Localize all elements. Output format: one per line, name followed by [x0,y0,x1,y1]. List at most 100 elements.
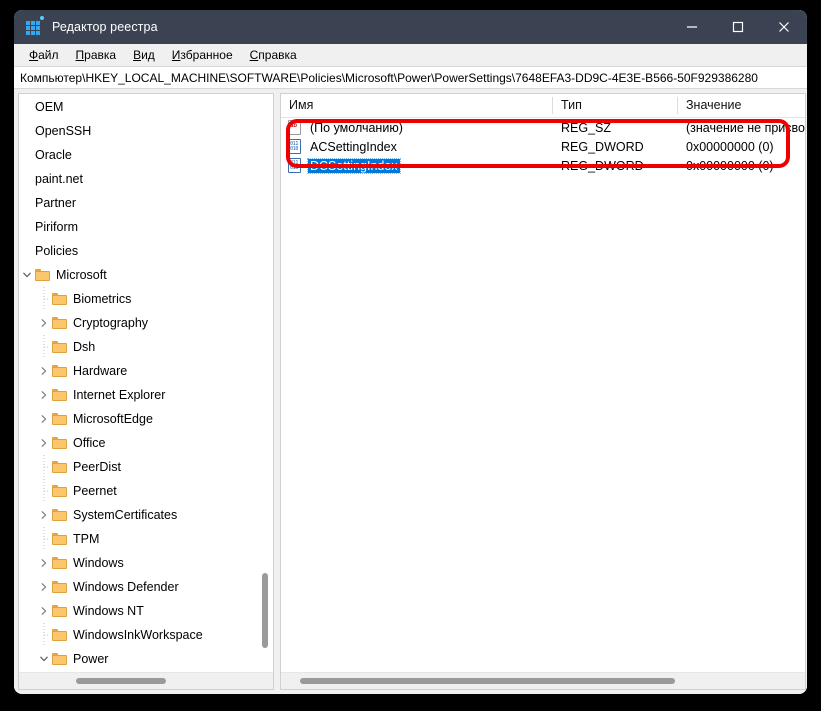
tree-node[interactable]: Internet Explorer [19,383,273,407]
tree-node-label: OpenSSH [35,124,92,138]
title-bar[interactable]: Редактор реестра [14,10,807,44]
menu-item-0[interactable]: Файл [21,46,68,64]
tree-scroll-region: OEM OpenSSH Oracle paint.net Partner Piriform… [19,94,273,672]
tree-node[interactable]: Peernet [19,479,273,503]
chevron-right-icon[interactable] [36,575,52,599]
menu-label: правка [258,48,297,62]
content-area: OEM OpenSSH Oracle paint.net Partner Piriform… [14,89,807,694]
menu-item-4[interactable]: Справка [242,46,306,64]
tree-hscroll-thumb[interactable] [76,678,166,684]
chevron-right-icon[interactable] [36,311,52,335]
value-name-cell[interactable]: 011 010 ACSettingIndex [281,138,553,155]
tree-node[interactable]: Windows Defender [19,575,273,599]
tree-node[interactable]: Hardware [19,359,273,383]
chevron-right-icon[interactable] [36,599,52,623]
chevron-down-icon[interactable] [36,647,52,671]
folder-icon [35,268,51,282]
chevron-right-icon[interactable] [36,359,52,383]
tree-node[interactable]: Policies [19,239,273,263]
folder-icon [52,460,68,474]
tree-node[interactable]: MicrosoftEdge [19,407,273,431]
chevron-right-icon[interactable] [36,407,52,431]
tree-node[interactable]: Dsh [19,335,273,359]
menu-item-1[interactable]: Правка [68,46,126,64]
registry-tree: OEM OpenSSH Oracle paint.net Partner Piriform… [19,94,273,672]
tree-node-label: Power [73,652,109,666]
address-bar[interactable]: Компьютер\HKEY_LOCAL_MACHINE\SOFTWARE\Po… [14,66,807,89]
value-name-text: (По умолчанию) [310,120,403,135]
window-title: Редактор реестра [52,20,158,34]
tree-node[interactable]: Piriform [19,215,273,239]
folder-icon [52,580,68,594]
chevron-down-icon[interactable] [19,263,35,287]
tree-node-label: Office [73,436,106,450]
tree-node[interactable]: TPM [19,527,273,551]
registry-tree-pane: OEM OpenSSH Oracle paint.net Partner Piriform… [18,93,274,690]
tree-vertical-scrollbar[interactable] [258,95,272,671]
values-column-header: Имя Тип Значение [281,94,805,118]
value-row[interactable]: ab (По умолчанию) REG_SZ (значение не присв… [281,118,805,137]
tree-horizontal-scrollbar[interactable] [19,672,273,689]
tree-node[interactable]: paint.net [19,167,273,191]
tree-connector-line [36,479,52,503]
tree-node-label: OEM [35,100,64,114]
tree-node-label: Policies [35,244,79,258]
tree-node-label: WindowsInkWorkspace [73,628,203,642]
maximize-button[interactable] [715,10,761,44]
close-button[interactable] [761,10,807,44]
tree-node[interactable]: Biometrics [19,287,273,311]
folder-icon [52,388,68,402]
menu-item-3[interactable]: Избранное [164,46,242,64]
values-hscroll-thumb[interactable] [300,678,675,684]
tree-node-label: Oracle [35,148,72,162]
tree-node[interactable]: Oracle [19,143,273,167]
tree-node[interactable]: Power [19,647,273,671]
value-row[interactable]: 011 010 ACSettingIndex REG_DWORD 0x00000000 … [281,137,805,156]
column-header-type[interactable]: Тип [553,94,678,117]
tree-node[interactable]: Partner [19,191,273,215]
tree-node[interactable]: Windows NT [19,599,273,623]
tree-node[interactable]: Windows [19,551,273,575]
tree-node-label: Hardware [73,364,128,378]
window-controls [669,10,807,44]
tree-node[interactable]: WindowsInkWorkspace [19,623,273,647]
menu-label: ид [141,48,155,62]
menu-label: равка [84,48,117,62]
tree-node[interactable]: OpenSSH [19,119,273,143]
registry-editor-window: Редактор реестра Файл Правка Вид Избранное С… [14,10,807,694]
tree-node-label: SystemCertificates [73,508,178,522]
chevron-right-icon[interactable] [36,551,52,575]
tree-node[interactable]: Microsoft [19,263,273,287]
menu-item-2[interactable]: Вид [125,46,164,64]
registry-editor-icon [26,16,44,35]
menu-accel: В [133,48,142,62]
tree-node[interactable]: OEM [19,95,273,119]
tree-node[interactable]: Cryptography [19,311,273,335]
column-header-value[interactable]: Значение [678,94,805,117]
value-name-cell[interactable]: 011 010 DCSettingIndex [281,157,553,174]
tree-node[interactable]: SystemCertificates [19,503,273,527]
tree-node[interactable]: Office [19,431,273,455]
value-name-text: ACSettingIndex [310,139,397,154]
tree-node-label: Dsh [73,340,96,354]
values-horizontal-scrollbar[interactable] [281,672,805,689]
column-header-name[interactable]: Имя [281,94,553,117]
tree-node-label: Cryptography [73,316,149,330]
chevron-right-icon[interactable] [36,383,52,407]
tree-scroll-thumb[interactable] [262,573,268,648]
value-name-cell[interactable]: ab (По умолчанию) [281,119,553,136]
value-row[interactable]: 011 010 DCSettingIndex REG_DWORD 0x00000000 … [281,156,805,175]
minimize-button[interactable] [669,10,715,44]
chevron-right-icon[interactable] [36,503,52,527]
chevron-right-icon[interactable] [36,431,52,455]
tree-node[interactable]: PeerDist [19,455,273,479]
